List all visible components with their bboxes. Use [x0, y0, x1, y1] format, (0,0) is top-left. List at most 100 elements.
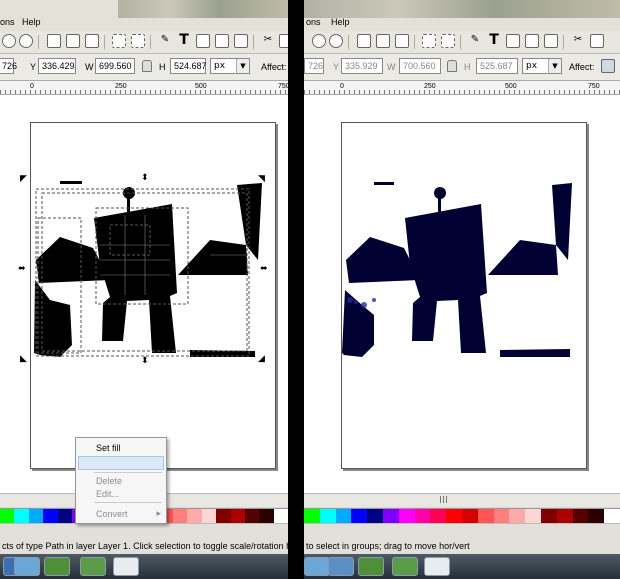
scale-handle-ne[interactable]: ◥ [258, 175, 265, 184]
palette-swatch[interactable] [244, 509, 260, 523]
y-field[interactable]: 335.929 [341, 58, 383, 74]
scale-handle-w[interactable]: ⬌ [18, 265, 26, 274]
taskbar-button-app[interactable] [44, 557, 70, 576]
taskbar-button-explorer[interactable] [14, 557, 40, 576]
node-edit-icon[interactable] [112, 34, 126, 48]
palette-swatch[interactable] [446, 509, 462, 523]
clone-icon[interactable] [66, 34, 80, 48]
palette-swatch[interactable] [304, 509, 320, 523]
palette-swatch[interactable] [172, 509, 188, 523]
text-tool-icon[interactable]: T [177, 33, 191, 48]
palette-swatch[interactable] [216, 509, 231, 523]
scrollbar-grip[interactable] [439, 496, 448, 503]
text-tool-icon[interactable]: T [487, 33, 501, 48]
palette-swatch[interactable] [398, 509, 415, 523]
node-edit-icon[interactable] [422, 34, 436, 48]
palette-swatch[interactable] [556, 509, 573, 523]
zoom-fit-icon[interactable] [329, 34, 343, 48]
menu-object[interactable]: ons [0, 17, 15, 27]
palette-swatch[interactable] [525, 509, 541, 523]
palette-swatch[interactable] [57, 509, 73, 523]
align-icon[interactable] [215, 34, 229, 48]
preferences-icon[interactable] [279, 34, 288, 48]
palette-swatch[interactable] [259, 509, 274, 523]
horizontal-scrollbar[interactable] [304, 493, 620, 507]
menu-help[interactable]: Help [331, 17, 350, 27]
align-icon[interactable] [525, 34, 539, 48]
palette-swatch[interactable] [430, 509, 447, 523]
menu-item-edit[interactable]: Edit... [96, 489, 119, 499]
y-field[interactable]: 336.429 [38, 58, 76, 74]
taskbar-button-media[interactable] [392, 557, 418, 576]
snap-icon[interactable] [441, 34, 455, 48]
duplicate-icon[interactable] [357, 34, 371, 48]
lock-icon[interactable] [447, 60, 457, 72]
taskbar-button-explorer[interactable] [304, 557, 330, 576]
w-field[interactable]: 700.560 [399, 58, 441, 74]
zoom-icon[interactable] [2, 34, 16, 48]
menu-item-set-fill[interactable]: Set fill [96, 443, 121, 453]
palette-swatch[interactable] [461, 509, 478, 523]
menu-item-convert[interactable]: Convert [96, 509, 128, 519]
layers-icon[interactable] [196, 34, 210, 48]
palette-swatch[interactable] [335, 509, 352, 523]
palette-swatch[interactable] [0, 509, 15, 523]
zoom-fit-icon[interactable] [19, 34, 33, 48]
palette-swatch[interactable] [414, 509, 431, 523]
clone-icon[interactable] [376, 34, 390, 48]
preferences-icon[interactable] [590, 34, 604, 48]
scale-handle-e[interactable]: ⬌ [260, 265, 268, 274]
snap-icon[interactable] [131, 34, 145, 48]
menu-help[interactable]: Help [22, 17, 41, 27]
affect-stroke-icon[interactable] [601, 59, 615, 73]
cut-icon[interactable]: ✂ [571, 34, 585, 48]
palette-swatch[interactable] [604, 509, 620, 523]
x-field[interactable]: 726 [0, 58, 17, 74]
lock-icon[interactable] [142, 60, 152, 72]
menu-object[interactable]: ons [306, 17, 321, 27]
scale-handle-n[interactable]: ⬍ [141, 174, 149, 183]
palette-swatch[interactable] [540, 509, 557, 523]
palette-swatch[interactable] [28, 509, 44, 523]
taskbar-button-folder[interactable] [328, 557, 354, 576]
menu-item-highlighted[interactable] [78, 456, 164, 470]
palette-swatch[interactable] [43, 509, 58, 523]
palette-swatch[interactable] [509, 509, 526, 523]
palette-swatch[interactable] [493, 509, 510, 523]
palette-swatch[interactable] [367, 509, 383, 523]
palette-swatch[interactable] [201, 509, 217, 523]
cut-icon[interactable]: ✂ [261, 34, 275, 48]
palette-swatch[interactable] [319, 509, 336, 523]
taskbar-button-inkscape[interactable] [113, 557, 139, 576]
palette-swatch[interactable] [588, 509, 605, 523]
palette-swatch[interactable] [14, 509, 29, 523]
scale-handle-sw[interactable]: ◣ [20, 355, 27, 364]
layers-icon[interactable] [506, 34, 520, 48]
w-field[interactable]: 699.560 [95, 58, 135, 74]
group-icon[interactable] [395, 34, 409, 48]
group-icon[interactable] [85, 34, 99, 48]
pen-icon[interactable]: ✎ [158, 34, 172, 48]
unit-select[interactable]: px ▼ [210, 58, 250, 74]
zoom-icon[interactable] [312, 34, 326, 48]
duplicate-icon[interactable] [47, 34, 61, 48]
menu-item-delete[interactable]: Delete [96, 476, 122, 486]
palette-swatch[interactable] [477, 509, 494, 523]
palette-swatch[interactable] [572, 509, 589, 523]
x-field[interactable]: 726 [304, 58, 324, 74]
palette-swatch[interactable] [351, 509, 368, 523]
xml-icon[interactable] [234, 34, 248, 48]
scale-handle-se[interactable]: ◢ [258, 355, 265, 364]
palette-swatch[interactable] [230, 509, 245, 523]
h-field[interactable]: 524.687 [170, 58, 207, 74]
taskbar-button-media[interactable] [80, 557, 106, 576]
palette-swatch[interactable] [273, 509, 288, 523]
pen-icon[interactable]: ✎ [468, 34, 482, 48]
palette-swatch[interactable] [382, 509, 399, 523]
taskbar-button-app[interactable] [358, 557, 384, 576]
drawing-canvas[interactable] [304, 95, 620, 505]
color-palette[interactable] [304, 508, 620, 524]
xml-icon[interactable] [544, 34, 558, 48]
robot-drawing-traced[interactable] [304, 95, 620, 505]
taskbar-button-inkscape[interactable] [424, 557, 450, 576]
